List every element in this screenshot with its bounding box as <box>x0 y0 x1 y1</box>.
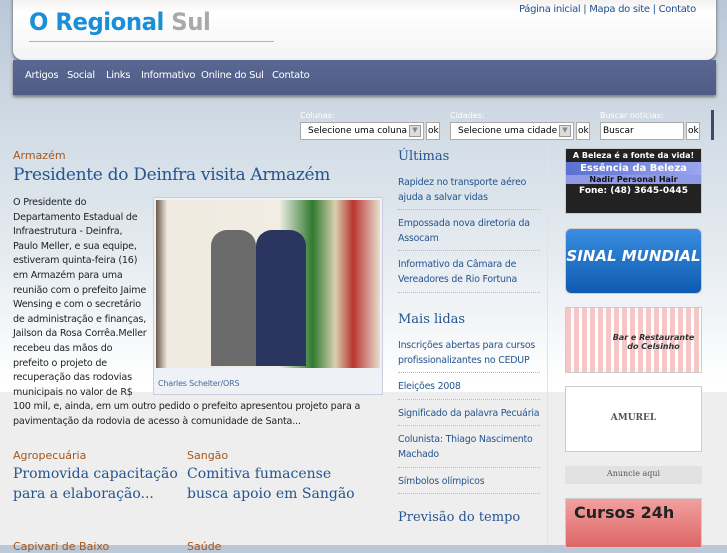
list-item[interactable]: Rapidez no transporte aéreo ajuda a salv… <box>398 173 540 211</box>
list-item[interactable]: Informativo da Câmara de Vereadores de R… <box>398 255 540 293</box>
link-home[interactable]: Página inicial <box>519 4 581 15</box>
story-title[interactable]: Promovida capacitação para a elaboração.… <box>13 464 183 504</box>
article-title[interactable]: Presidente do Deinfra visita Armazém <box>13 165 330 185</box>
ad-text: Fone: (48) 3645-0445 <box>579 186 688 196</box>
logo-underline <box>29 41 274 42</box>
cities-label: Cidades: <box>450 111 485 120</box>
story-title[interactable]: Comitiva fumacense busca apoio em Sangão <box>187 464 357 504</box>
story-category[interactable]: Sangão <box>187 449 228 462</box>
article-category[interactable]: Armazém <box>13 149 66 162</box>
columns-select[interactable]: Selecione uma coluna ▼ <box>300 122 424 140</box>
article-body: Charles Schelter/ORS O Presidente do Dep… <box>13 196 383 430</box>
cities-select[interactable]: Selecione uma cidade ▼ <box>450 122 574 140</box>
main-nav: Artigos Social Links Informativo Online … <box>13 60 716 95</box>
site-logo[interactable]: O Regional Sul <box>29 8 211 36</box>
link-contact[interactable]: Contato <box>659 4 697 15</box>
list-item[interactable]: Colunista: Thiago Nascimento Machado <box>398 430 540 468</box>
list-item[interactable]: Empossada nova diretoria da Assocam <box>398 214 540 252</box>
nav-links[interactable]: Links <box>106 70 131 81</box>
weather-heading: Previsão do tempo <box>398 510 521 525</box>
ad-sinal-mundial[interactable]: SINAL MUNDIAL <box>565 228 702 294</box>
chevron-down-icon: ▼ <box>559 125 571 137</box>
ad-bar-restaurante[interactable]: Bar e Restaurante do Celsinho <box>565 307 702 373</box>
cities-ok-button[interactable]: ok <box>576 122 590 140</box>
ad-text: Nadir Personal Hair <box>566 175 701 184</box>
story-category[interactable]: Saúde <box>187 540 221 553</box>
list-item[interactable]: Inscrições abertas para cursos profissio… <box>398 336 540 374</box>
popular-heading: Mais lidas <box>398 312 466 327</box>
ad-amurel[interactable]: AMUREL <box>565 386 702 452</box>
story-category[interactable]: Capivari de Baixo <box>13 540 109 553</box>
advertise-here-button[interactable]: Anuncie aqui <box>565 466 702 484</box>
nav-informativo[interactable]: Informativo <box>141 70 195 81</box>
list-item[interactable]: Significado da palavra Pecuária <box>398 404 540 427</box>
article-photo: Charles Schelter/ORS <box>153 197 383 395</box>
ad-text: A Beleza é a fonte da vida! <box>572 151 695 160</box>
site-header: O Regional Sul Página inicial | Mapa do … <box>13 0 716 60</box>
columns-select-value: Selecione uma coluna <box>308 126 408 136</box>
chevron-down-icon: ▼ <box>409 125 421 137</box>
cities-select-value: Selecione uma cidade <box>458 126 558 136</box>
popular-list: Inscrições abertas para cursos profissio… <box>398 336 540 498</box>
nav-contato[interactable]: Contato <box>272 70 310 81</box>
nav-social[interactable]: Social <box>67 70 95 81</box>
latest-list: Rapidez no transporte aéreo ajuda a salv… <box>398 173 540 297</box>
search-input[interactable]: Buscar <box>600 122 684 140</box>
list-item[interactable]: Eleições 2008 <box>398 377 540 400</box>
photo-credit: Charles Schelter/ORS <box>158 379 240 388</box>
search-label: Buscar notícias: <box>600 111 664 120</box>
link-sitemap[interactable]: Mapa do site <box>589 4 650 15</box>
column-divider <box>547 145 548 545</box>
nav-artigos[interactable]: Artigos <box>25 70 59 81</box>
list-item[interactable]: Símbolos olímpicos <box>398 472 540 495</box>
columns-label: Colunas: <box>300 111 335 120</box>
search-ok-button[interactable]: ok <box>686 122 700 140</box>
ad-essencia-beleza[interactable]: A Beleza é a fonte da vida! Essência da … <box>565 148 702 214</box>
columns-ok-button[interactable]: ok <box>426 122 440 140</box>
story-category[interactable]: Agropecuária <box>13 449 86 462</box>
latest-heading: Últimas <box>398 149 450 164</box>
photo-image[interactable] <box>156 200 380 368</box>
top-links: Página inicial | Mapa do site | Contato <box>519 4 696 15</box>
scrollbar[interactable] <box>711 110 714 140</box>
ad-text: Essência da Beleza <box>566 162 701 175</box>
ad-cursos-24h[interactable]: Cursos 24h <box>565 498 702 548</box>
nav-online-do-sul[interactable]: Online do Sul <box>201 70 264 81</box>
